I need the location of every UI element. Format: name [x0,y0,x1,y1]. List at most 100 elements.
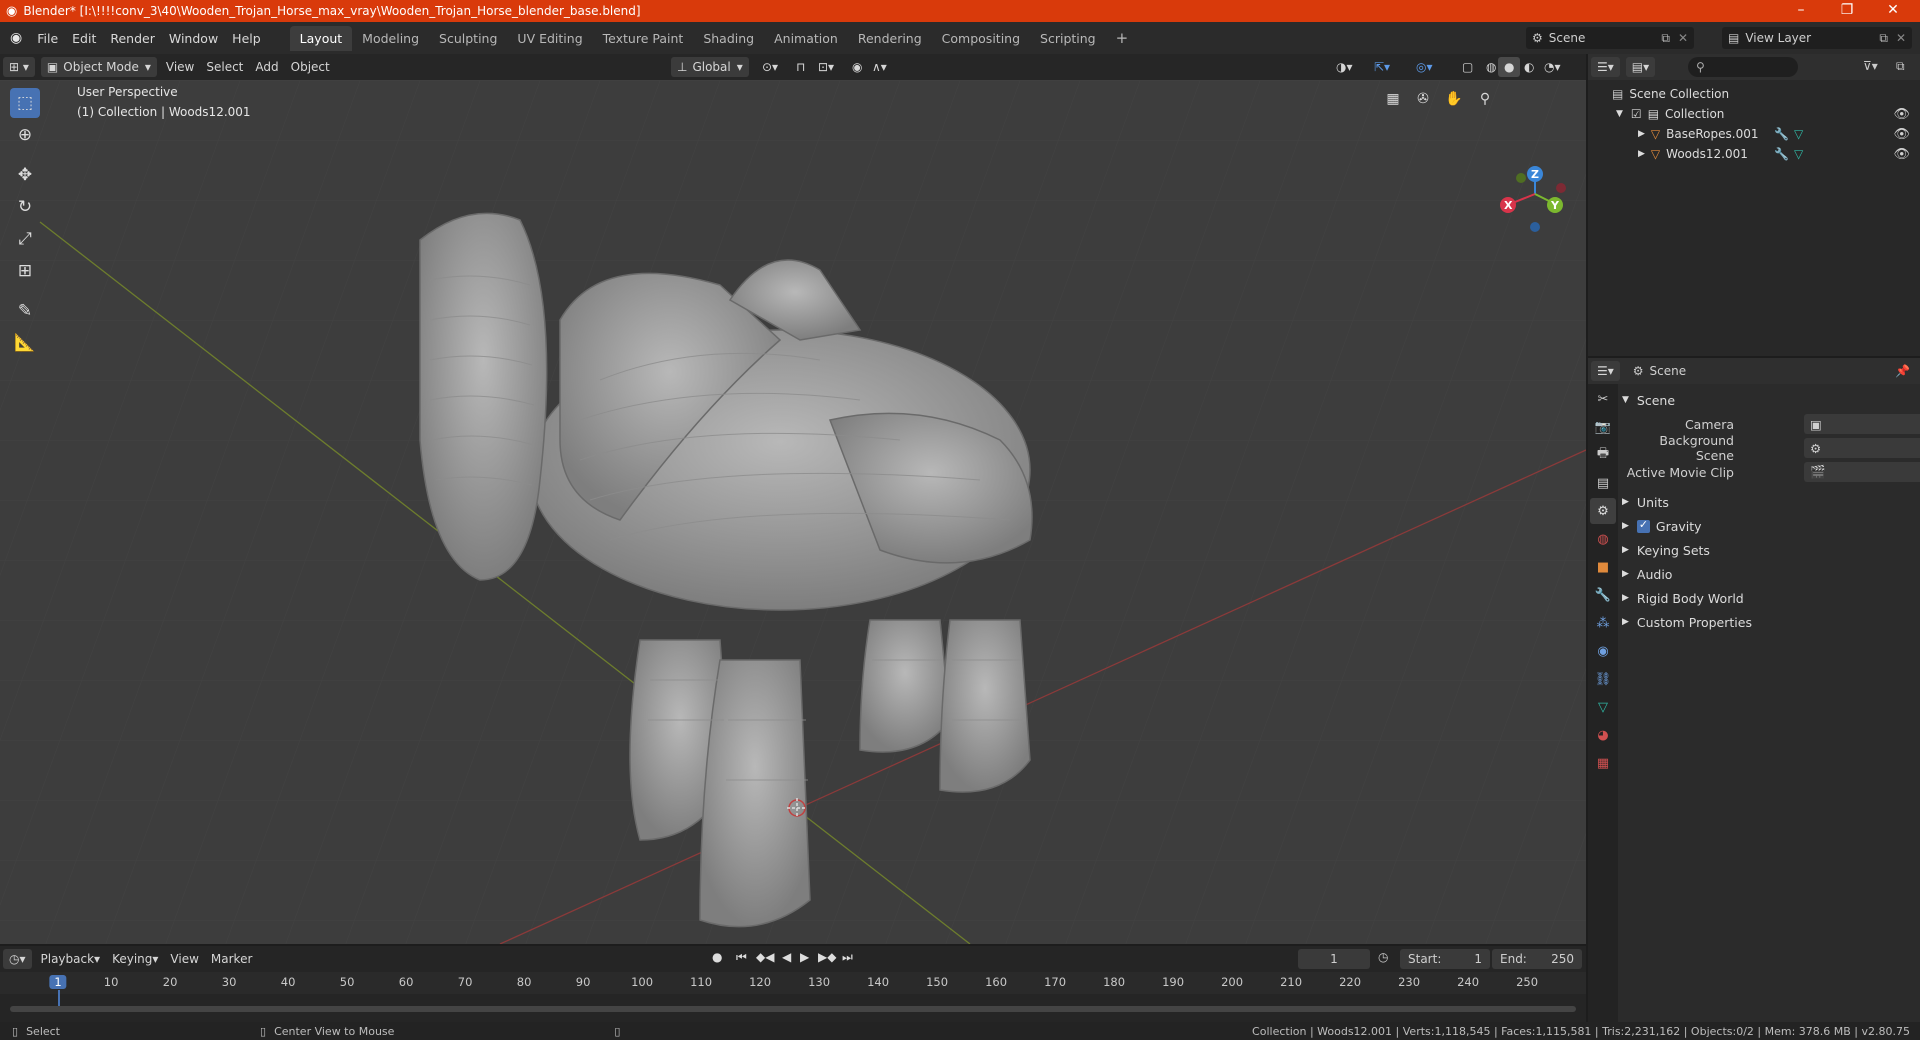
record-keyframe-icon[interactable]: ● [712,950,722,964]
blender-menu-icon[interactable]: ◉ [10,30,22,46]
object-visibility-eye-icon[interactable]: 👁 [1893,127,1910,142]
tab-modeling[interactable]: Modeling [352,26,429,51]
collection-visibility-eye-icon[interactable]: 👁 [1893,107,1910,122]
texture-tab-icon[interactable]: ▦ [1590,750,1616,776]
menu-add[interactable]: Add [249,57,284,77]
data-tab-icon[interactable]: ▽ [1590,694,1616,720]
zoom-view-icon[interactable]: ⚲ [1472,86,1498,112]
minimize-button[interactable]: – [1778,0,1824,22]
snap-target-icon[interactable]: ⊡▾ [812,57,840,77]
rotate-tool-icon[interactable]: ↻ [10,192,40,222]
timeline-editor-type-button[interactable]: ◷▾ [3,949,32,969]
new-collection-icon[interactable]: ⧉ [1896,59,1905,74]
move-tool-icon[interactable]: ✥ [10,160,40,190]
units-panel-header[interactable]: ▶ Units [1622,490,1916,514]
measure-tool-icon[interactable]: 📐 [10,328,40,358]
falloff-icon[interactable]: ∧▾ [866,57,893,77]
menu-edit[interactable]: Edit [65,31,103,46]
keying-sets-panel-header[interactable]: ▶ Keying Sets [1622,538,1916,562]
properties-editor-type-button[interactable]: ☰▾ [1591,361,1620,381]
custom-properties-panel-header[interactable]: ▶ Custom Properties [1622,610,1916,634]
tab-animation[interactable]: Animation [764,26,848,51]
timeline-scrollbar[interactable] [10,1006,1576,1012]
expand-collection-icon[interactable]: ▼ [1616,109,1623,119]
rendered-shading-icon[interactable]: ◔▾ [1538,57,1567,77]
active-movie-clip-field[interactable]: 🎬 [1804,462,1920,482]
output-tab-icon[interactable]: 🖶 [1590,442,1616,468]
overlays-icon[interactable]: ◎▾ [1410,57,1439,77]
material-tab-icon[interactable]: ◕ [1590,722,1616,748]
cursor-tool-icon[interactable]: ⊕ [10,120,40,150]
restore-button[interactable]: ❐ [1824,0,1870,22]
mode-dropdown[interactable]: ▣ Object Mode ▾ [40,57,157,77]
visibility-selectability-icon[interactable]: ◑▾ [1330,57,1359,77]
background-scene-field[interactable]: ⚙ [1804,438,1920,458]
play-reverse-icon[interactable]: ◀ [782,950,791,964]
menu-keying[interactable]: Keying ▾ [106,949,164,969]
menu-help[interactable]: Help [225,31,268,46]
filter-icon[interactable]: ⊽▾ [1863,59,1878,73]
view-layer-tab-icon[interactable]: ▤ [1590,470,1616,496]
mesh-data-icon[interactable]: ▽ [1794,127,1803,141]
menu-playback[interactable]: Playback ▾ [35,949,107,969]
collection-checkbox[interactable]: ☑ [1631,107,1642,121]
timeline-ruler[interactable]: 1 10 20 30 40 50 60 70 80 90 100 110 120 130 140 150 160… [0,972,1586,1012]
next-keyframe-icon[interactable]: ▶◆ [818,950,836,964]
constraints-tab-icon[interactable]: ⛓ [1590,666,1616,692]
particles-tab-icon[interactable]: ⁂ [1590,610,1616,636]
transform-tool-icon[interactable]: ⊞ [10,256,40,286]
camera-view-icon[interactable]: ✇ [1410,86,1436,112]
menu-window[interactable]: Window [162,31,225,46]
object-visibility-eye-icon[interactable]: 👁 [1893,147,1910,162]
object-tab-icon[interactable]: ■ [1590,554,1616,580]
tab-shading[interactable]: Shading [693,26,764,51]
rigid-body-world-panel-header[interactable]: ▶ Rigid Body World [1622,586,1916,610]
outliner-search-input[interactable]: ⚲ [1688,57,1798,77]
annotate-tool-icon[interactable]: ✎ [10,296,40,326]
orientation-dropdown[interactable]: ⊥ Global ▾ [671,57,749,77]
gravity-checkbox[interactable]: ✓ [1636,518,1650,533]
expand-object-icon[interactable]: ▶ [1638,129,1645,139]
modifier-wrench-icon[interactable]: 🔧 [1774,127,1789,141]
outliner-row-object[interactable]: ▶ ▽ BaseRopes.001 🔧 ▽ 👁 [1588,124,1920,144]
pin-icon[interactable]: 📌 [1895,364,1910,378]
tab-rendering[interactable]: Rendering [848,26,932,51]
mesh-data-icon[interactable]: ▽ [1794,147,1803,161]
view-layer-selector[interactable]: ▤ View Layer ⧉ ✕ [1722,27,1912,49]
tab-layout[interactable]: Layout [289,25,353,51]
tab-texture-paint[interactable]: Texture Paint [593,26,694,51]
camera-field[interactable]: ▣✒ [1804,414,1920,434]
close-window-button[interactable]: ✕ [1870,0,1916,22]
render-tab-icon[interactable]: 📷 [1590,414,1616,440]
current-frame-field[interactable]: 1 [1298,949,1370,969]
new-scene-icon[interactable]: ⧉ [1661,31,1670,46]
menu-marker[interactable]: Marker [205,949,258,969]
menu-timeline-view[interactable]: View [164,949,204,969]
scale-tool-icon[interactable]: ⤢ [10,224,40,254]
editor-type-button[interactable]: ⊞ ▾ [3,57,35,77]
tab-scripting[interactable]: Scripting [1030,26,1106,51]
gizmo-toggle-icon[interactable]: ⇱▾ [1368,57,1396,77]
tab-compositing[interactable]: Compositing [932,26,1030,51]
display-mode-button[interactable]: ▤▾ [1625,57,1656,77]
select-box-tool-icon[interactable]: ⬚ [10,88,40,118]
menu-select[interactable]: Select [200,57,249,77]
audio-panel-header[interactable]: ▶ Audio [1622,562,1916,586]
outliner-row-collection[interactable]: ▼ ☑ ▤ Collection 👁 [1588,104,1920,124]
physics-tab-icon[interactable]: ◉ [1590,638,1616,664]
gravity-panel-header[interactable]: ▶ ✓ Gravity [1622,514,1916,538]
preview-range-icon[interactable]: ◷ [1378,950,1388,964]
pan-view-icon[interactable]: ✋ [1441,86,1467,112]
menu-file[interactable]: File [30,31,65,46]
toggle-camera-view-icon[interactable]: ▦ [1380,86,1406,112]
scene-selector[interactable]: ⚙ Scene ⧉ ✕ [1526,27,1694,49]
tab-uv-editing[interactable]: UV Editing [507,26,592,51]
delete-scene-icon[interactable]: ✕ [1678,31,1688,45]
menu-render[interactable]: Render [103,31,162,46]
menu-object[interactable]: Object [285,57,336,77]
play-icon[interactable]: ▶ [800,950,809,964]
add-workspace-button[interactable]: + [1106,24,1139,52]
end-frame-field[interactable]: End: 250 [1492,949,1582,969]
xray-icon[interactable]: ▢ [1456,57,1479,77]
pivot-point-icon[interactable]: ⊙▾ [756,57,784,77]
